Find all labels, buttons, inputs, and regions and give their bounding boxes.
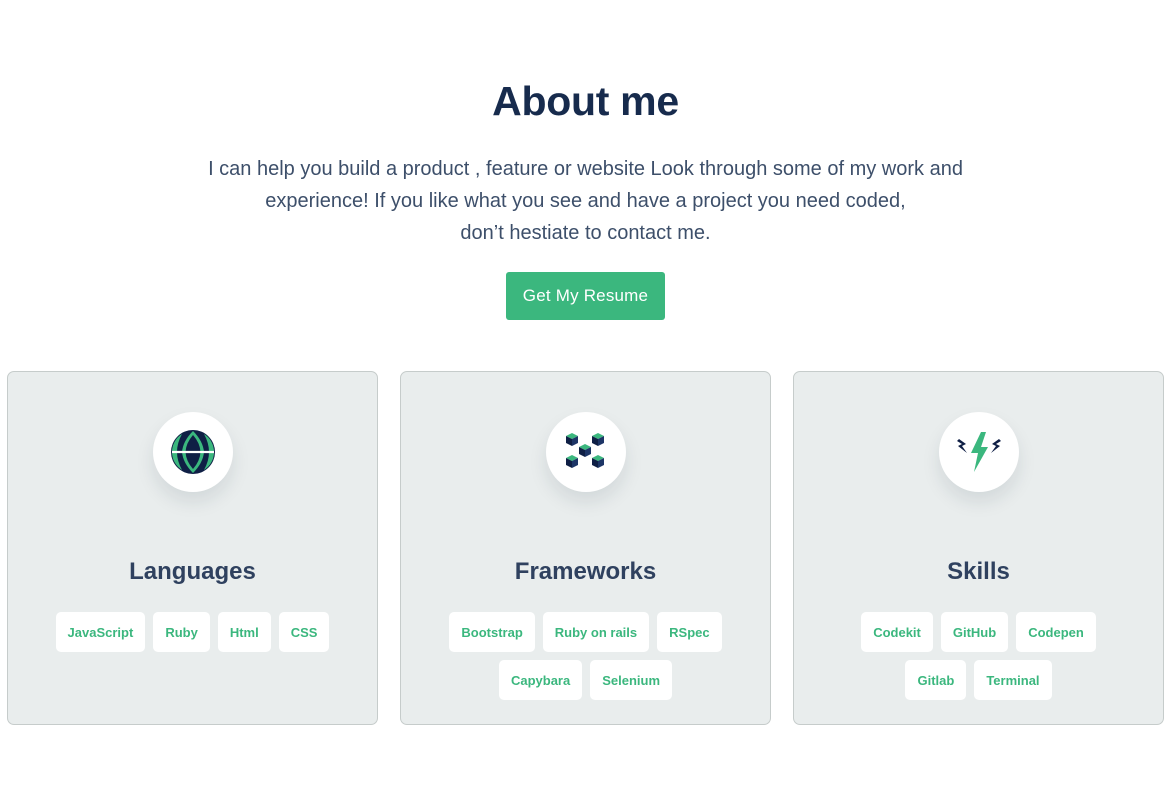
globe-icon bbox=[171, 430, 215, 474]
frameworks-icon-badge bbox=[546, 412, 626, 492]
tag: Codekit bbox=[861, 612, 933, 652]
tag: JavaScript bbox=[55, 612, 146, 652]
card-title: Skills bbox=[947, 558, 1010, 585]
cubes-icon bbox=[566, 433, 604, 468]
tag: GitHub bbox=[940, 612, 1009, 652]
tag: Gitlab bbox=[905, 660, 967, 700]
skills-icon-badge bbox=[939, 412, 1019, 492]
lightning-icon bbox=[957, 432, 1001, 472]
frameworks-card: Frameworks Bootstrap Ruby on rails RSpec… bbox=[400, 371, 771, 725]
tag: Ruby on rails bbox=[542, 612, 650, 652]
languages-tags: JavaScript Ruby Html CSS bbox=[48, 612, 337, 652]
intro-text: I can help you build a product , feature… bbox=[160, 153, 1011, 249]
tag: Ruby bbox=[153, 612, 210, 652]
tag: Selenium bbox=[590, 660, 673, 700]
tag: CSS bbox=[278, 612, 330, 652]
card-title: Frameworks bbox=[514, 558, 657, 585]
get-resume-button[interactable]: Get My Resume bbox=[506, 272, 665, 320]
intro-line: experience! If you like what you see and… bbox=[265, 190, 906, 212]
languages-card: Languages JavaScript Ruby Html CSS bbox=[7, 371, 378, 725]
languages-icon-badge bbox=[153, 412, 233, 492]
intro-line: don’t hestiate to contact me. bbox=[460, 222, 711, 244]
skills-card: Skills Codekit GitHub Codepen Gitlab Ter… bbox=[793, 371, 1164, 725]
page-title: About me bbox=[492, 78, 679, 124]
tag: Bootstrap bbox=[449, 612, 535, 652]
tag: Codepen bbox=[1016, 612, 1096, 652]
skills-tags: Codekit GitHub Codepen Gitlab Terminal bbox=[834, 612, 1123, 700]
intro-line: I can help you build a product , feature… bbox=[208, 158, 963, 180]
tag: RSpec bbox=[657, 612, 722, 652]
tag: Capybara bbox=[498, 660, 583, 700]
frameworks-tags: Bootstrap Ruby on rails RSpec Capybara S… bbox=[441, 612, 730, 700]
tag: Html bbox=[217, 612, 271, 652]
tag: Terminal bbox=[974, 660, 1052, 700]
card-title: Languages bbox=[129, 558, 256, 585]
